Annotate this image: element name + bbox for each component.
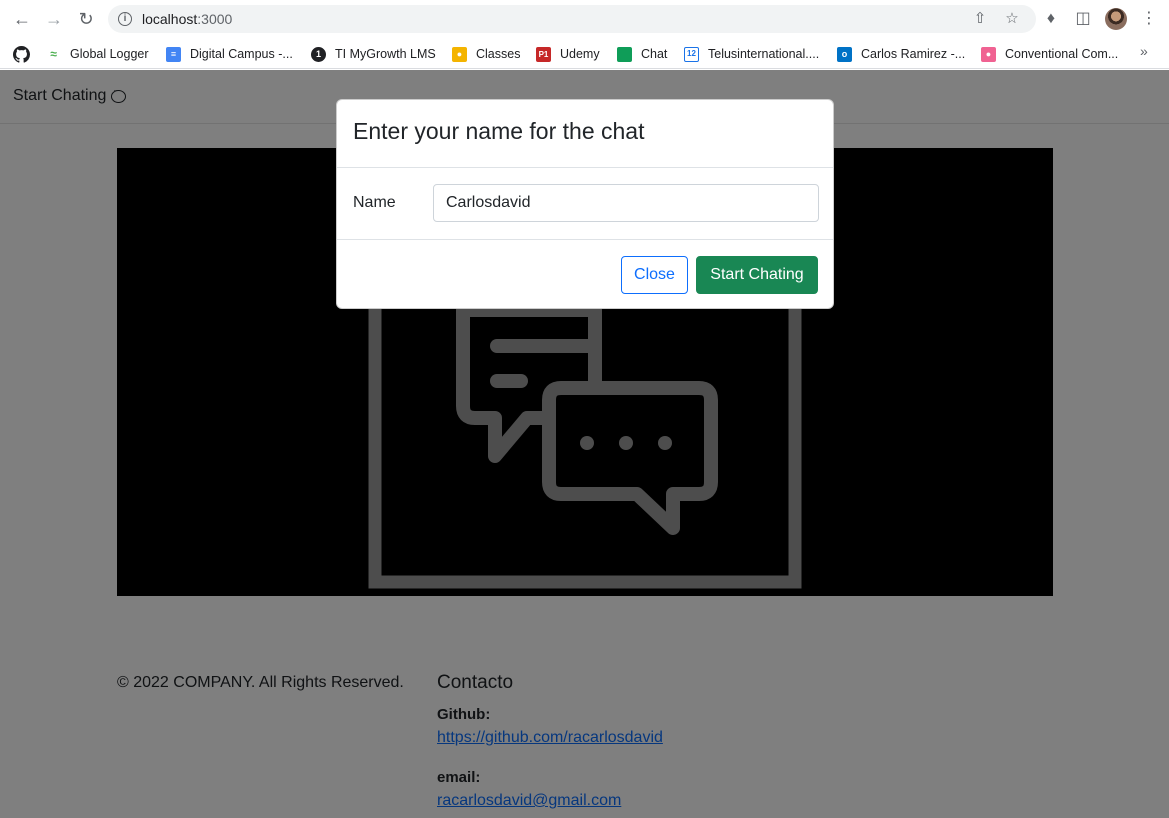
side-panel-icon[interactable]: ◫ [1072, 8, 1094, 30]
chat-icon [617, 46, 632, 62]
name-label: Name [353, 194, 396, 211]
reload-icon[interactable]: ↻ [75, 8, 97, 30]
bookmark-conventional[interactable]: ● Conventional Com... [981, 43, 1118, 65]
bookmark-label: Digital Campus -... [190, 47, 293, 61]
menu-icon[interactable]: ⋮ [1138, 8, 1160, 30]
url-text: localhost:3000 [142, 11, 233, 27]
bookmark-label: Telusinternational.... [708, 47, 820, 61]
extensions-icon[interactable]: ♦ [1040, 8, 1062, 30]
address-bar[interactable]: i localhost:3000 ⇧ ☆ [108, 5, 1036, 33]
name-input[interactable] [433, 184, 819, 222]
bookmark-udemy[interactable]: P1 Udemy [536, 43, 600, 65]
modal-title: Enter your name for the chat [353, 118, 645, 144]
udemy-icon: P1 [536, 46, 551, 62]
bookmark-classes[interactable]: ● Classes [452, 43, 520, 65]
name-modal: Enter your name for the chat Name Close … [336, 99, 834, 309]
info-icon[interactable]: i [118, 12, 132, 26]
bookmark-label: Udemy [560, 47, 600, 61]
bookmark-carlos-ramirez[interactable]: o Carlos Ramirez -... [837, 43, 965, 65]
modal-header: Enter your name for the chat [337, 100, 833, 168]
modal-footer: Close Start Chating [337, 240, 833, 309]
docs-icon: ≡ [166, 46, 181, 62]
share-icon[interactable]: ⇧ [970, 9, 990, 29]
start-chating-button[interactable]: Start Chating [696, 256, 818, 294]
github-bookmark-icon[interactable] [13, 43, 30, 65]
modal-body: Name [337, 168, 833, 240]
conventional-icon: ● [981, 46, 996, 62]
bookmark-label: Global Logger [70, 47, 149, 61]
browser-toolbar: ← → ↻ i localhost:3000 ⇧ ☆ ♦ ◫ ⋮ [0, 0, 1169, 38]
bookmark-chat[interactable]: Chat [617, 43, 667, 65]
bookmark-digital-campus[interactable]: ≡ Digital Campus -... [166, 43, 293, 65]
mygrowth-icon: 1 [311, 46, 326, 62]
bookmark-mygrowth[interactable]: 1 TI MyGrowth LMS [311, 43, 436, 65]
more-bookmarks-icon[interactable]: » [1140, 43, 1148, 59]
star-icon[interactable]: ☆ [1002, 9, 1022, 29]
bookmark-label: Classes [476, 47, 521, 61]
bookmark-label: Carlos Ramirez -... [861, 47, 966, 61]
forward-icon[interactable]: → [43, 8, 65, 30]
back-icon[interactable]: ← [11, 8, 33, 30]
bookmarks-bar: ≈ Global Logger ≡ Digital Campus -... 1 TI … [0, 38, 1169, 69]
close-button[interactable]: Close [621, 256, 688, 294]
bookmark-global-logger[interactable]: ≈ Global Logger [46, 43, 149, 65]
github-icon [13, 45, 30, 63]
bookmark-label: Conventional Com... [1005, 47, 1119, 61]
profile-avatar[interactable] [1105, 8, 1127, 30]
bookmark-label: Chat [641, 47, 668, 61]
outlook-icon: o [837, 46, 852, 62]
bookmark-label: TI MyGrowth LMS [335, 47, 436, 61]
logger-icon: ≈ [50, 46, 57, 61]
calendar-icon: 12 [684, 46, 699, 62]
bookmark-telus[interactable]: 12 Telusinternational.... [684, 43, 819, 65]
classroom-icon: ● [452, 46, 467, 62]
